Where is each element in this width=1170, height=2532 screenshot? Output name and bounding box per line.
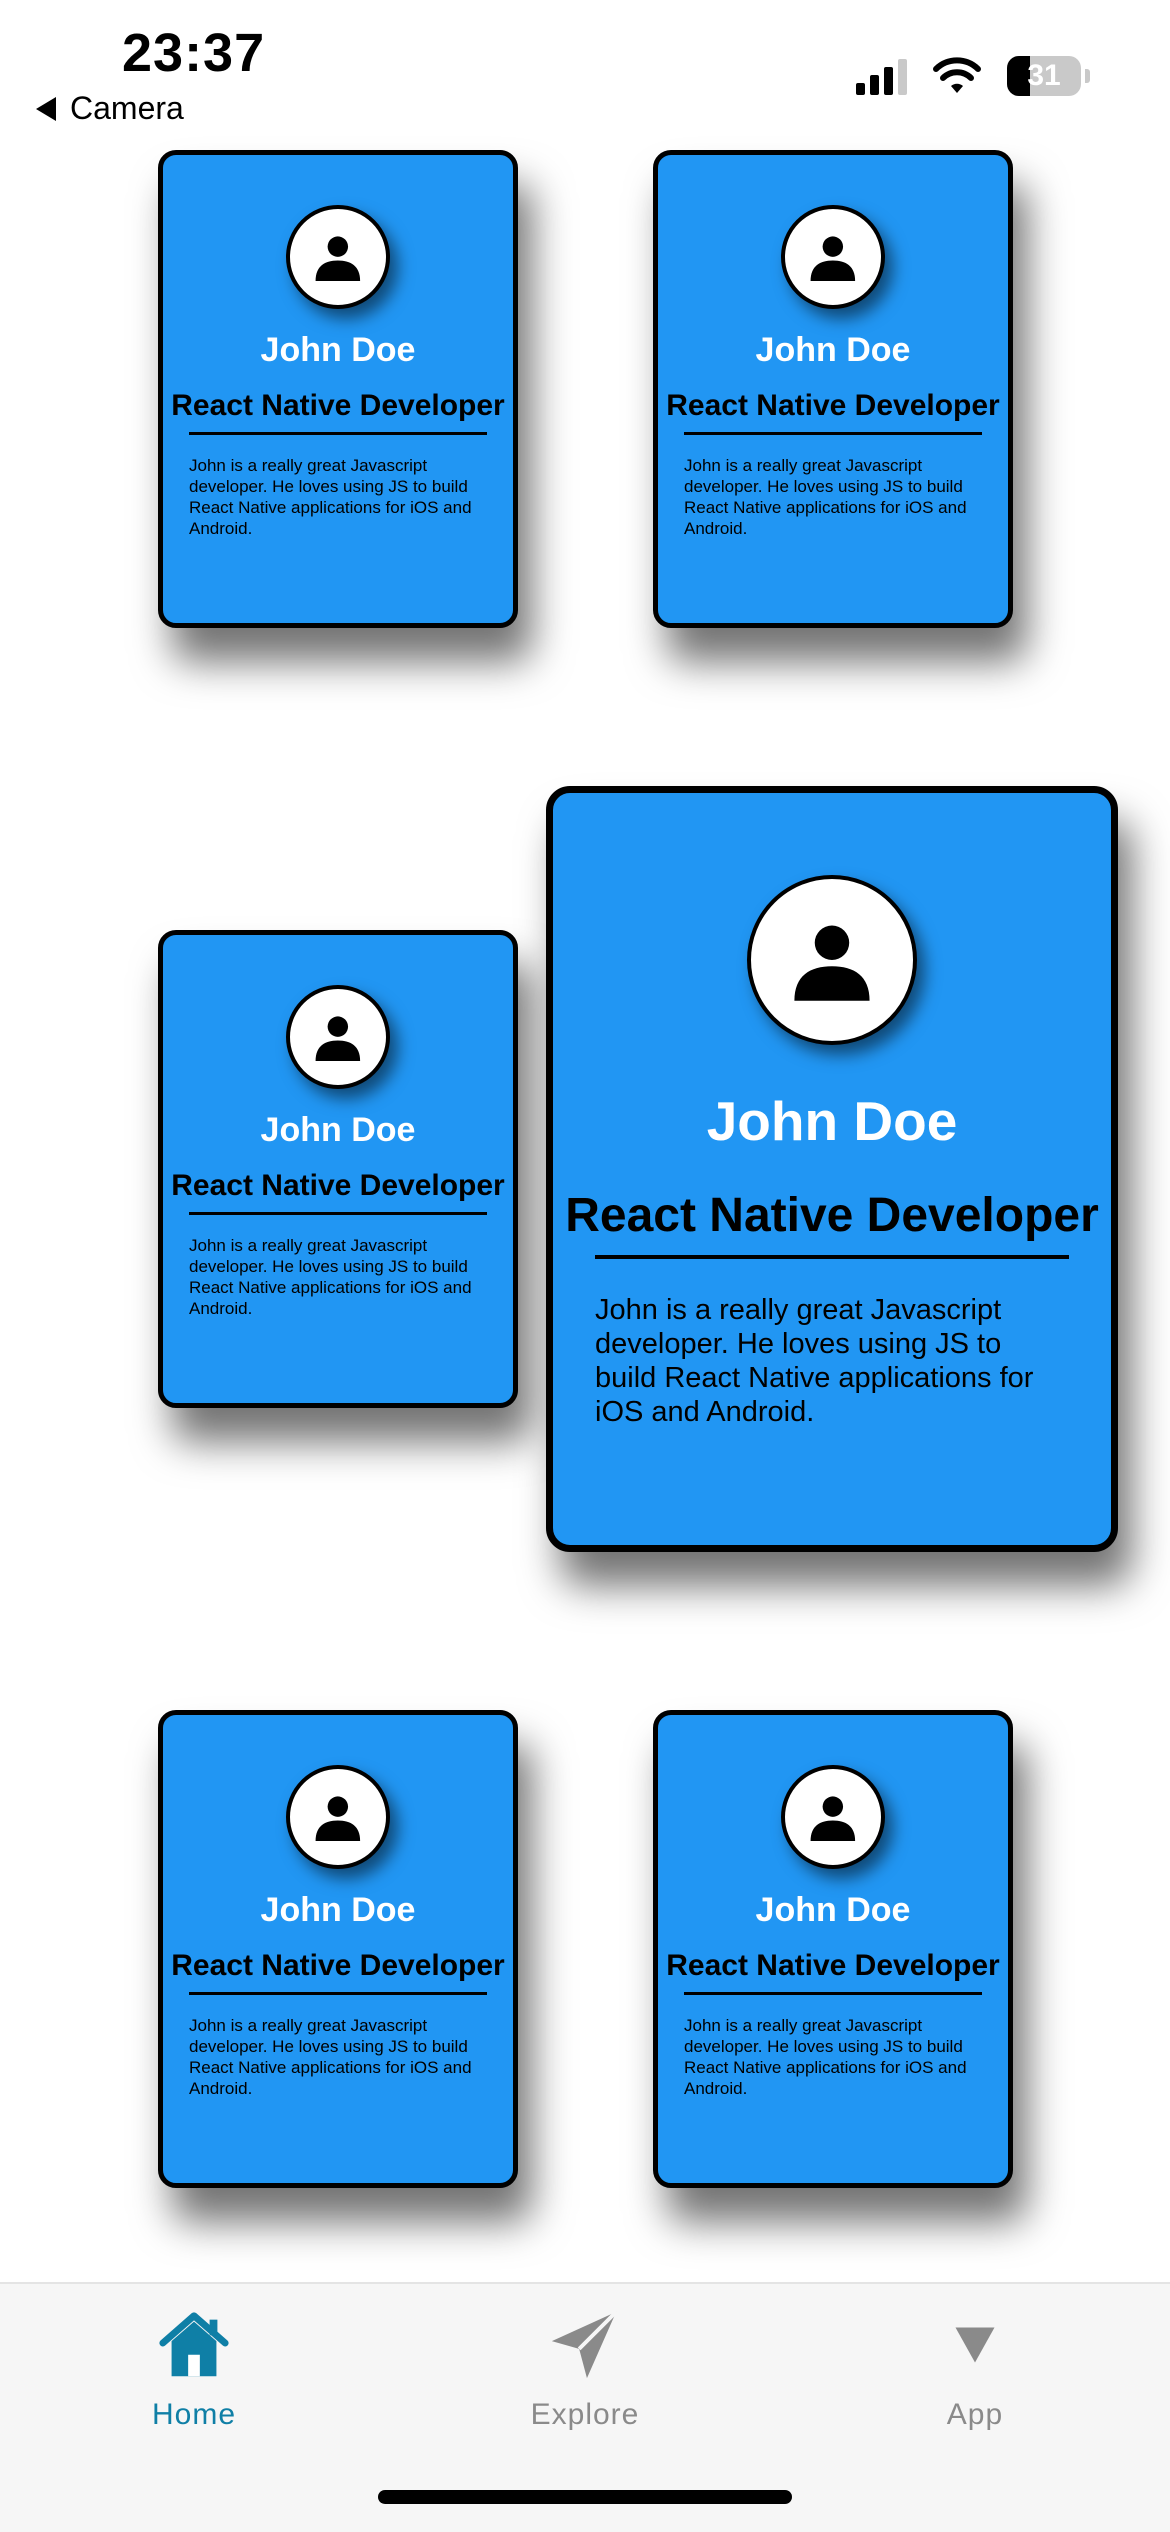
profile-card[interactable]: John Doe React Native Developer John is … [158,150,518,628]
card-divider [684,1992,982,1995]
back-arrow-icon [36,96,56,121]
card-name: John Doe [706,1090,958,1152]
card-role: React Native Developer [171,389,505,422]
avatar [781,205,885,309]
tab-explore[interactable]: Explore [465,2306,705,2432]
card-name: John Doe [260,1111,416,1149]
card-description: John is a really great Javascript develo… [189,2016,472,2098]
avatar [286,1765,390,1869]
person-silhouette-icon [810,236,856,282]
profile-card[interactable]: John Doe React Native Developer John is … [158,1710,518,2188]
triangle-down-icon [955,2327,995,2363]
person-silhouette-icon [315,236,361,282]
tab-label: Explore [530,2398,640,2431]
card-description: John is a really great Javascript develo… [189,1236,472,1318]
paper-plane-icon [551,2310,618,2379]
tab-app[interactable]: App [855,2306,1095,2432]
card-divider [189,432,487,435]
card-description: John is a really great Javascript develo… [189,456,472,538]
tab-label: Home [151,2398,237,2431]
card-divider [189,1992,487,1995]
person-silhouette-icon [315,1796,361,1842]
avatar [286,205,390,309]
status-indicators: 31 [856,56,1090,96]
back-link-label: Camera [70,90,184,126]
battery-tip [1085,69,1090,83]
tab-label: App [946,2398,1004,2431]
card-description: John is a really great Javascript develo… [684,2016,967,2098]
card-name: John Doe [260,331,416,369]
person-silhouette-icon [794,925,870,1001]
card-role: React Native Developer [666,389,1000,422]
avatar [747,875,917,1045]
cellular-signal-icon [856,57,907,95]
card-name: John Doe [755,331,911,369]
profile-card-expanded[interactable]: John Doe React Native Developer John is … [546,786,1118,1552]
avatar [286,985,390,1089]
card-name: John Doe [755,1891,911,1929]
card-divider [189,1212,487,1215]
profile-card[interactable]: John Doe React Native Developer John is … [158,930,518,1408]
tab-home[interactable]: Home [74,2306,314,2432]
card-description: John is a really great Javascript develo… [684,456,967,538]
home-icon [159,2312,229,2377]
card-divider [684,432,982,435]
card-divider [595,1255,1069,1259]
card-role: React Native Developer [666,1949,1000,1982]
status-time: 23:37 [122,23,266,83]
wifi-icon [933,57,981,93]
card-description: John is a really great Javascript develo… [595,1294,1034,1428]
card-name: John Doe [260,1891,416,1929]
card-role: React Native Developer [171,1949,505,1982]
profile-card[interactable]: John Doe React Native Developer John is … [653,1710,1013,2188]
card-role: React Native Developer [565,1189,1099,1242]
profile-card[interactable]: John Doe React Native Developer John is … [653,150,1013,628]
home-indicator [378,2490,792,2504]
screen: 23:37 Camera 31 John Doe React Native De… [0,0,1170,2532]
person-silhouette-icon [315,1016,361,1062]
person-silhouette-icon [810,1796,856,1842]
back-to-camera-link[interactable]: Camera [36,90,184,127]
battery-icon: 31 [1007,56,1081,96]
avatar [781,1765,885,1869]
card-role: React Native Developer [171,1169,505,1202]
battery-percent: 31 [1027,59,1061,92]
